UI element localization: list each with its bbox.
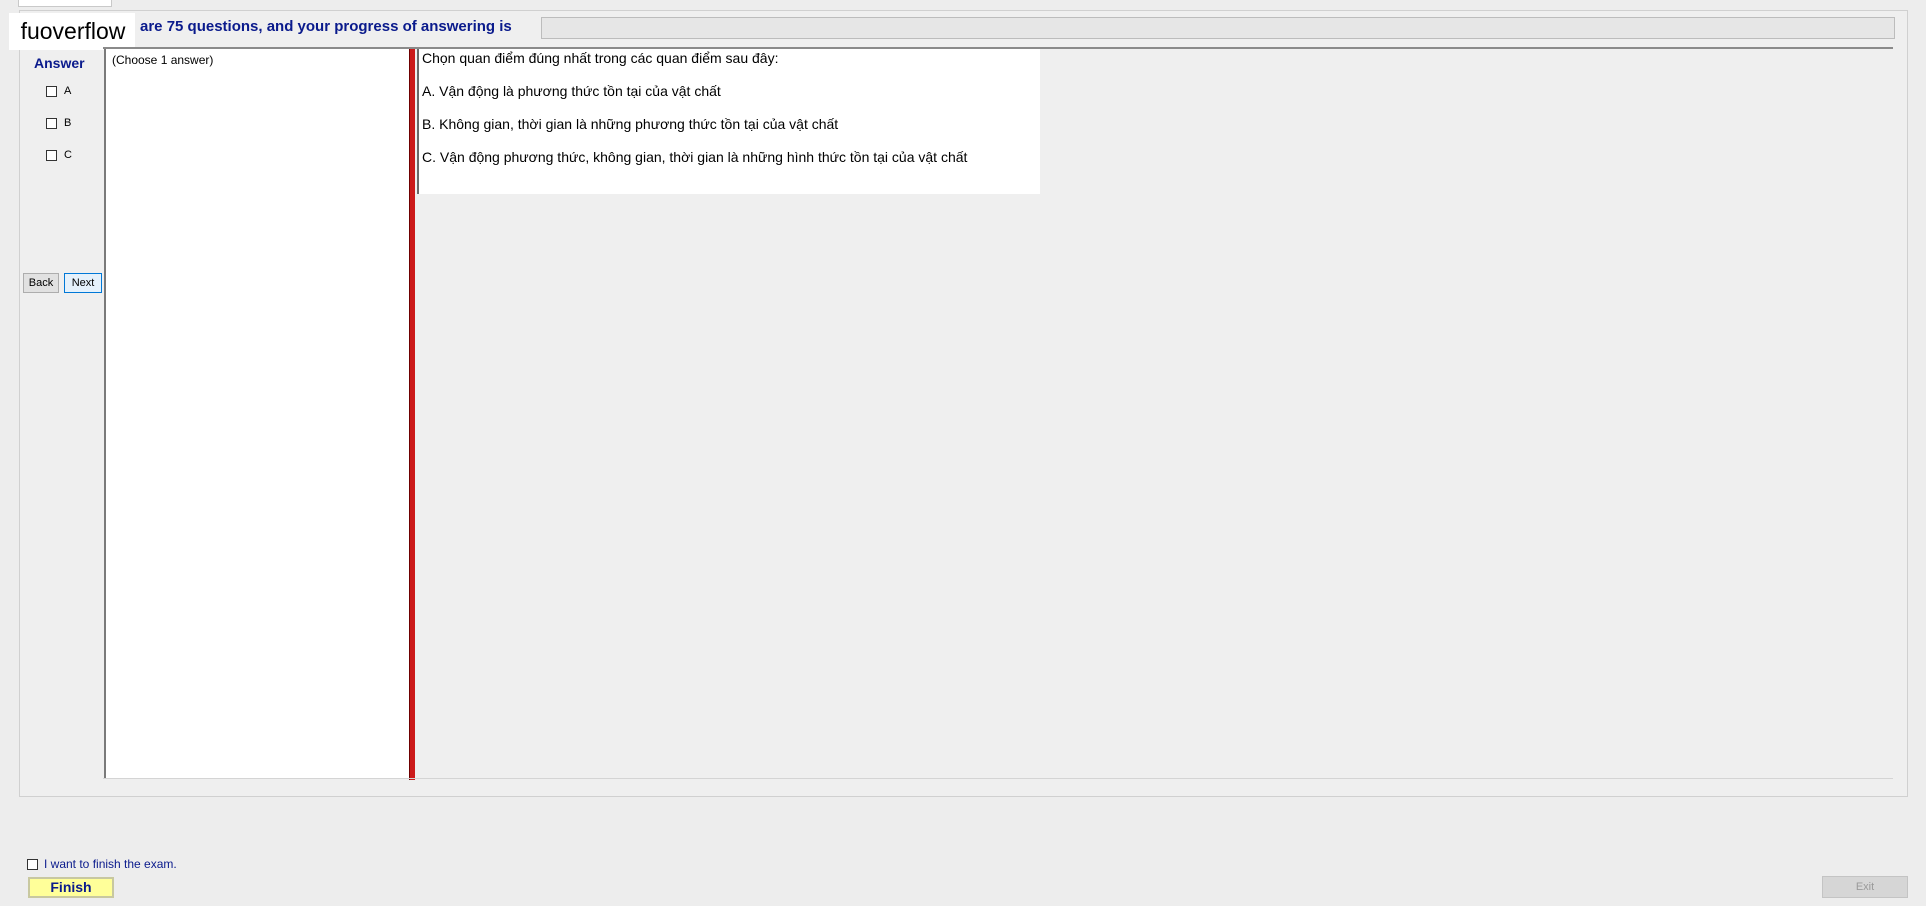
watermark-logo: fuoverflow (9, 13, 135, 50)
checkbox-c[interactable] (46, 149, 57, 161)
answer-option-c[interactable]: C (46, 147, 72, 163)
answer-option-label: C (64, 149, 72, 161)
checkbox-a[interactable] (46, 85, 57, 97)
exam-window: are 75 questions, and your progress of a… (0, 0, 1926, 906)
question-panel: Chọn quan điểm đúng nhất trong các quan … (417, 49, 1040, 194)
exit-button[interactable]: Exit (1822, 876, 1908, 898)
answer-option-label: B (64, 117, 72, 129)
answer-option-b[interactable]: B (46, 115, 71, 131)
checkbox-b[interactable] (46, 117, 57, 129)
content-bottom-border (103, 778, 1893, 779)
finish-button[interactable]: Finish (28, 877, 114, 898)
question-option-c: C. Vận động phương thức, không gian, thờ… (422, 149, 968, 165)
finish-confirm[interactable]: I want to finish the exam. (27, 857, 177, 871)
answer-option-a[interactable]: A (46, 83, 71, 99)
answer-title: Answer (34, 55, 85, 71)
finish-confirm-label: I want to finish the exam. (44, 857, 177, 871)
finish-checkbox[interactable] (27, 858, 38, 870)
question-option-b: B. Không gian, thời gian là những phương… (422, 116, 839, 132)
answer-option-label: A (64, 85, 72, 97)
question-stem: Chọn quan điểm đúng nhất trong các quan … (422, 50, 779, 66)
choose-panel: (Choose 1 answer) (104, 49, 409, 778)
question-option-a: A. Vận động là phương thức tồn tại của v… (422, 83, 721, 99)
back-button[interactable]: Back (23, 273, 59, 293)
progress-text: are 75 questions, and your progress of a… (140, 18, 512, 35)
next-button[interactable]: Next (64, 273, 102, 293)
choose-instruction: (Choose 1 answer) (112, 53, 214, 67)
panel-splitter[interactable] (409, 49, 415, 780)
progress-bar (541, 17, 1895, 39)
window-tab[interactable] (18, 0, 112, 7)
